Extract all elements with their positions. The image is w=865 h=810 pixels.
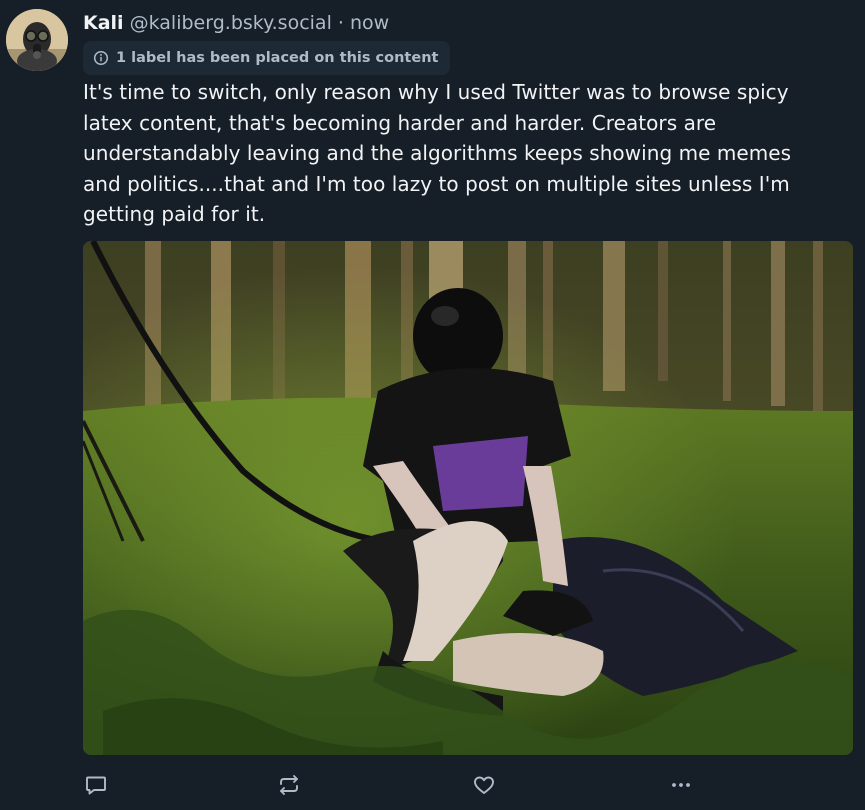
post-text: It's time to switch, only reason why I u… [83, 77, 843, 230]
speech-bubble-icon [86, 776, 106, 795]
heart-icon [474, 776, 494, 794]
info-icon [93, 50, 109, 66]
repost-arrows-icon [280, 775, 298, 795]
post-card: Kali @kaliberg.bsky.social · now 1 label… [0, 0, 865, 810]
reply-button[interactable] [83, 772, 109, 798]
post-actions [83, 772, 853, 798]
post-text-line: and politics....that and I'm too lazy to… [83, 171, 790, 196]
avatar[interactable] [6, 9, 68, 71]
ellipsis-icon [672, 783, 690, 787]
repost-button[interactable] [276, 772, 302, 798]
post-timestamp[interactable]: now [350, 12, 389, 34]
more-options-button[interactable] [668, 772, 694, 798]
post-header: Kali @kaliberg.bsky.social · now [83, 10, 389, 36]
label-notice-text: 1 label has been placed on this content [116, 50, 439, 66]
header-separator: · [337, 12, 344, 34]
content-label-notice[interactable]: 1 label has been placed on this content [83, 41, 451, 75]
post-text-line: getting paid for it. [83, 202, 266, 226]
post-text-line: It's time to switch, only reason why I u… [83, 80, 789, 104]
post-text-line: latex content, that's becoming harder an… [83, 110, 717, 135]
avatar-image [6, 9, 68, 71]
author-display-name[interactable]: Kali [83, 12, 124, 34]
like-button[interactable] [471, 772, 497, 798]
forest-photo [83, 241, 853, 755]
author-handle[interactable]: @kaliberg.bsky.social [130, 12, 332, 34]
post-image[interactable] [83, 241, 853, 755]
post-text-line: understandably leaving and the algorithm… [83, 141, 792, 165]
